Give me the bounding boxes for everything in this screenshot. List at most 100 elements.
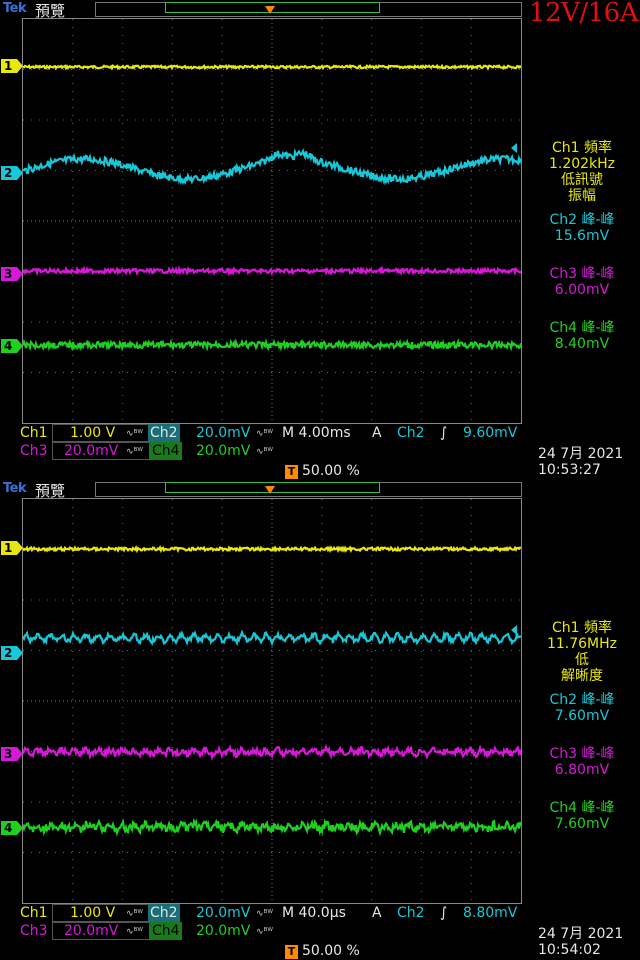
measurement-value: 7.60mV <box>554 708 610 724</box>
brand-logo: Tek <box>3 481 27 496</box>
ch1-trace <box>23 544 521 554</box>
ch2-ground-marker[interactable]: 2 <box>1 646 23 660</box>
ch3-scale[interactable]: 20.0mV <box>64 922 118 940</box>
measurement-label: Ch2 峰-峰 <box>549 692 615 708</box>
measurement-label: Ch1 頻率 <box>551 620 612 636</box>
measurement-value: 11.76MHz <box>546 636 618 652</box>
trigger-position-value: 50.00 % <box>302 943 360 959</box>
ch1-label[interactable]: Ch1 <box>20 904 48 922</box>
trigger-icon: T <box>285 465 298 479</box>
ch1-scale[interactable]: 1.00 V <box>70 904 115 922</box>
ch4-scale[interactable]: 20.0mV <box>196 922 250 940</box>
ch1-label[interactable]: Ch1 <box>20 424 48 442</box>
timestamp: 24 7月 2021 10:54:02 <box>538 926 623 958</box>
top-bar: Tek 預覽 <box>0 0 640 20</box>
measurement-label: Ch3 峰-峰 <box>549 266 615 282</box>
waveform-area <box>23 19 521 423</box>
trigger-position-arrow <box>265 486 275 494</box>
ch4-ground-marker[interactable]: 4 <box>1 339 23 353</box>
measurement-label: Ch1 頻率 <box>551 140 612 156</box>
trigger-mode[interactable]: A <box>372 904 382 922</box>
measurement-ch2: Ch2 峰-峰 7.60mV <box>524 692 640 724</box>
measurement-value: 7.60mV <box>554 816 610 832</box>
bandwidth-icon: ∿ᴮᵂ <box>126 927 144 937</box>
measurement-ch1: Ch1 頻率 11.76MHz 低 解晰度 <box>524 620 640 684</box>
waveform-graticule <box>22 18 522 424</box>
trigger-slope-icon: ∫ <box>440 425 448 441</box>
timebase[interactable]: M 4.00ms <box>282 424 351 442</box>
ch3-trace <box>23 743 521 761</box>
measurement-ch4: Ch4 峰-峰 8.40mV <box>524 320 640 352</box>
trigger-level-marker[interactable] <box>511 143 517 153</box>
ch4-label[interactable]: Ch4 <box>150 922 182 940</box>
trigger-position[interactable]: T 50.00 % <box>285 942 360 960</box>
ch4-trace <box>23 817 521 837</box>
measurement-ch3: Ch3 峰-峰 6.80mV <box>524 746 640 778</box>
ch4-scale[interactable]: 20.0mV <box>196 442 250 460</box>
measurement-value: 15.6mV <box>554 228 610 244</box>
measurement-ch4: Ch4 峰-峰 7.60mV <box>524 800 640 832</box>
time: 10:53:27 <box>538 462 601 478</box>
ch3-label[interactable]: Ch3 <box>20 442 48 460</box>
ch2-trace <box>23 147 521 186</box>
trigger-position-value: 50.00 % <box>302 463 360 479</box>
trigger-icon: T <box>285 945 298 959</box>
measurement-ch1: Ch1 頻率 1.202kHz 低訊號 振幅 <box>524 140 640 204</box>
measurement-ch2: Ch2 峰-峰 15.6mV <box>524 212 640 244</box>
trigger-mode[interactable]: A <box>372 424 382 442</box>
trigger-source[interactable]: Ch2 <box>397 904 425 922</box>
bandwidth-icon: ∿ᴮᵂ <box>126 429 144 439</box>
graticule-grid <box>23 499 521 903</box>
trigger-level-marker[interactable] <box>511 625 517 635</box>
ch3-scale[interactable]: 20.0mV <box>64 442 118 460</box>
ch4-ground-marker[interactable]: 4 <box>1 821 23 835</box>
ch1-scale[interactable]: 1.00 V <box>70 424 115 442</box>
date: 24 7月 2021 <box>538 926 624 942</box>
ch2-ground-marker[interactable]: 2 <box>1 166 23 180</box>
ch2-trace <box>23 629 521 647</box>
ch3-label[interactable]: Ch3 <box>20 922 48 940</box>
waveform-graticule <box>22 498 522 904</box>
trigger-level[interactable]: 8.80mV <box>463 904 517 922</box>
brand-logo: Tek <box>3 1 27 16</box>
ch2-label[interactable]: Ch2 <box>148 904 180 922</box>
timebase[interactable]: M 40.0µs <box>282 904 346 922</box>
waveform-area <box>23 499 521 903</box>
status-row-1: Ch1 1.00 V ∿ᴮᵂ Ch2 20.0mV ∿ᴮᵂ M 4.00ms A… <box>20 424 540 442</box>
measurement-label: Ch4 峰-峰 <box>549 800 615 816</box>
ch1-trace <box>23 63 521 71</box>
trigger-slope-icon: ∫ <box>440 905 448 921</box>
ch2-scale[interactable]: 20.0mV <box>196 424 250 442</box>
trigger-position-arrow <box>265 6 275 14</box>
bandwidth-icon: ∿ᴮᵂ <box>126 447 144 457</box>
ch1-ground-marker[interactable]: 1 <box>1 541 23 555</box>
measurement-note: 解晰度 <box>561 668 603 684</box>
measurement-value: 1.202kHz <box>548 156 616 172</box>
measurement-note: 低訊號 <box>561 172 603 188</box>
ch4-label[interactable]: Ch4 <box>150 442 182 460</box>
bandwidth-icon: ∿ᴮᵂ <box>256 429 274 439</box>
measurement-note: 低 <box>575 652 589 668</box>
bandwidth-icon: ∿ᴮᵂ <box>256 447 274 457</box>
measurement-value: 6.80mV <box>554 762 610 778</box>
ch1-ground-marker[interactable]: 1 <box>1 59 23 73</box>
status-row-2: Ch3 20.0mV ∿ᴮᵂ Ch4 20.0mV ∿ᴮᵂ <box>20 922 540 940</box>
time: 10:54:02 <box>538 942 601 958</box>
status-row-1: Ch1 1.00 V ∿ᴮᵂ Ch2 20.0mV ∿ᴮᵂ M 40.0µs A… <box>20 904 540 922</box>
ch3-ground-marker[interactable]: 3 <box>1 747 23 761</box>
status-bar: Ch1 1.00 V ∿ᴮᵂ Ch2 20.0mV ∿ᴮᵂ M 4.00ms A… <box>0 424 640 480</box>
trigger-level[interactable]: 9.60mV <box>463 424 517 442</box>
timestamp: 24 7月 2021 10:53:27 <box>538 446 623 478</box>
measurement-ch3: Ch3 峰-峰 6.00mV <box>524 266 640 298</box>
status-row-2: Ch3 20.0mV ∿ᴮᵂ Ch4 20.0mV ∿ᴮᵂ <box>20 442 540 460</box>
ch2-label[interactable]: Ch2 <box>148 424 180 442</box>
status-bar: Ch1 1.00 V ∿ᴮᵂ Ch2 20.0mV ∿ᴮᵂ M 40.0µs A… <box>0 904 640 960</box>
scope-panel-2: Tek 預覽 T 1 2 3 4 Ch1 頻率 11.76MHz 低 解晰度 C… <box>0 480 640 960</box>
ch3-ground-marker[interactable]: 3 <box>1 267 23 281</box>
ch2-scale[interactable]: 20.0mV <box>196 904 250 922</box>
graticule-grid <box>23 19 521 423</box>
trigger-position[interactable]: T 50.00 % <box>285 462 360 480</box>
measurement-label: Ch2 峰-峰 <box>549 212 615 228</box>
trigger-source[interactable]: Ch2 <box>397 424 425 442</box>
date: 24 7月 2021 <box>538 446 624 462</box>
